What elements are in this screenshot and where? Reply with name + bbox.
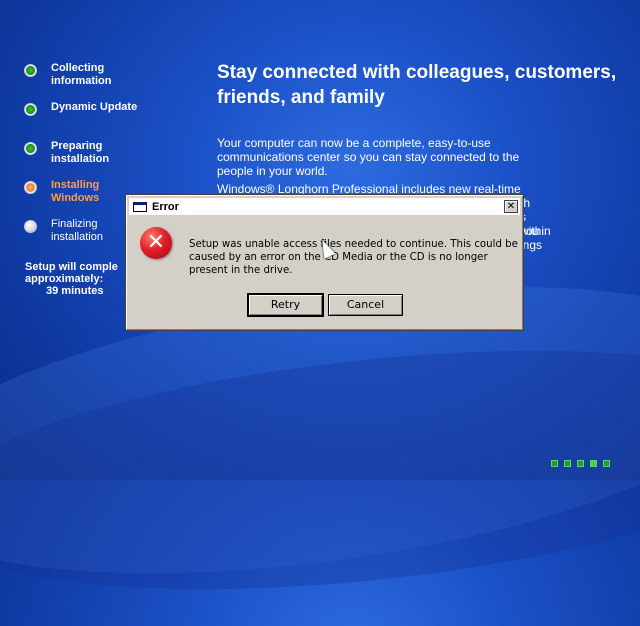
body-paragraph-1: Your computer can now be a complete, eas… [217,136,520,178]
time-line-2: approximately: [25,273,104,285]
dialog-titlebar[interactable]: Error ✕ [129,198,520,215]
progress-dot [564,460,571,467]
cancel-button[interactable]: Cancel [328,294,403,316]
progress-dot [590,460,597,467]
progress-dots [551,460,610,467]
step-label: Preparing installation [51,140,110,165]
step-preparing: Preparing installation [24,140,141,166]
progress-dot [577,460,584,467]
step-label: Dynamic Update [51,101,138,113]
step-finalizing: Finalizing installation [24,218,141,244]
error-dialog: Error ✕ ✕ Setup was unable access files … [125,194,524,331]
error-icon: ✕ [140,227,172,259]
step-label: Collecting information [51,62,112,87]
page-headline: Stay connected with colleagues, customer… [217,62,617,108]
retry-button[interactable]: Retry [247,293,324,317]
window-icon [133,201,147,212]
time-remaining: Setup will comple approximately: 39 minu… [25,261,118,297]
step-done-icon [24,142,37,155]
close-button[interactable]: ✕ [504,200,518,213]
step-done-icon [24,64,37,77]
step-pending-icon [24,220,37,233]
progress-dot [551,460,558,467]
error-message: Setup was unable access files needed to … [189,239,518,276]
step-collecting: Collecting information [24,62,141,88]
dialog-title: Error [152,200,179,213]
step-dynamic-update: Dynamic Update [24,101,141,116]
step-done-icon [24,103,37,116]
body-fragment: within [520,224,551,238]
progress-dot [603,460,610,467]
time-minutes: 39 minutes [46,285,104,297]
time-line-1: Setup will comple [25,261,118,273]
step-active-icon [24,181,37,194]
step-installing: Installing Windows [24,179,141,205]
body-text: Your computer can now be a complete, eas… [217,136,551,252]
